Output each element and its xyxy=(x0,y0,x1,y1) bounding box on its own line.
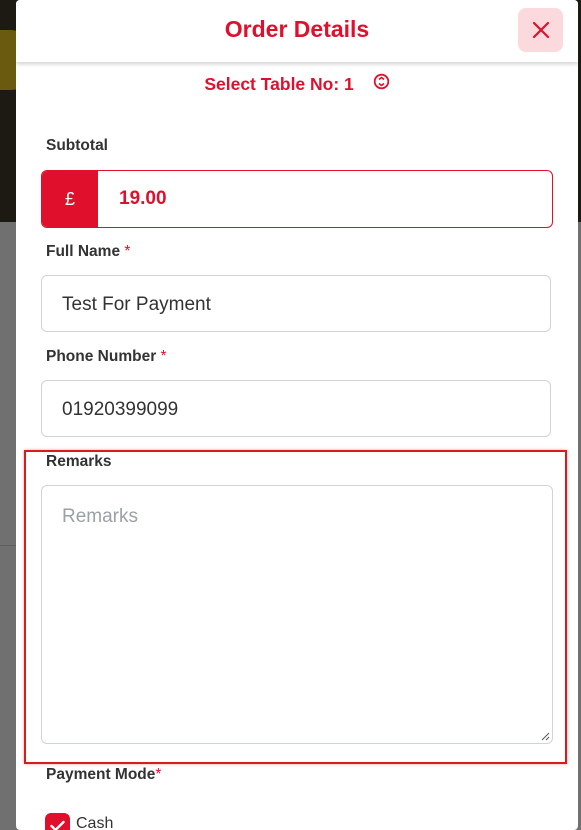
refresh-icon[interactable] xyxy=(373,73,390,95)
full-name-input[interactable]: Test For Payment xyxy=(41,275,551,332)
phone-label-text: Phone Number xyxy=(46,348,157,365)
subtotal-field: £ 19.00 xyxy=(41,170,553,228)
phone-input[interactable]: 01920399099 xyxy=(41,380,551,437)
cash-checkbox[interactable] xyxy=(45,813,70,830)
check-icon xyxy=(50,820,65,830)
payment-mode-label: Payment Mode* xyxy=(46,766,161,784)
order-details-modal: Order Details Select Table No: 1 Subtota… xyxy=(16,0,578,830)
required-mark: * xyxy=(160,348,167,365)
resize-grip-icon[interactable] xyxy=(541,732,550,741)
remarks-textarea[interactable]: Remarks xyxy=(41,485,553,744)
table-selector[interactable]: Select Table No: 1 xyxy=(16,73,578,95)
subtotal-label: Subtotal xyxy=(46,137,108,154)
required-mark: * xyxy=(155,766,162,783)
close-button[interactable] xyxy=(518,8,563,52)
phone-label: Phone Number * xyxy=(46,348,167,366)
remarks-placeholder: Remarks xyxy=(62,506,139,527)
table-label: Select Table No: 1 xyxy=(204,74,354,94)
cash-option-label: Cash xyxy=(76,815,114,830)
close-icon xyxy=(532,21,549,39)
modal-header: Order Details xyxy=(16,0,578,62)
full-name-label-text: Full Name xyxy=(46,243,121,260)
subtotal-value: 19.00 xyxy=(119,188,167,209)
currency-symbol: £ xyxy=(42,171,98,227)
full-name-label: Full Name * xyxy=(46,243,130,261)
modal-title: Order Details xyxy=(224,16,370,42)
remarks-label: Remarks xyxy=(46,453,112,470)
payment-mode-label-text: Payment Mode xyxy=(46,766,156,783)
required-mark: * xyxy=(124,243,131,260)
